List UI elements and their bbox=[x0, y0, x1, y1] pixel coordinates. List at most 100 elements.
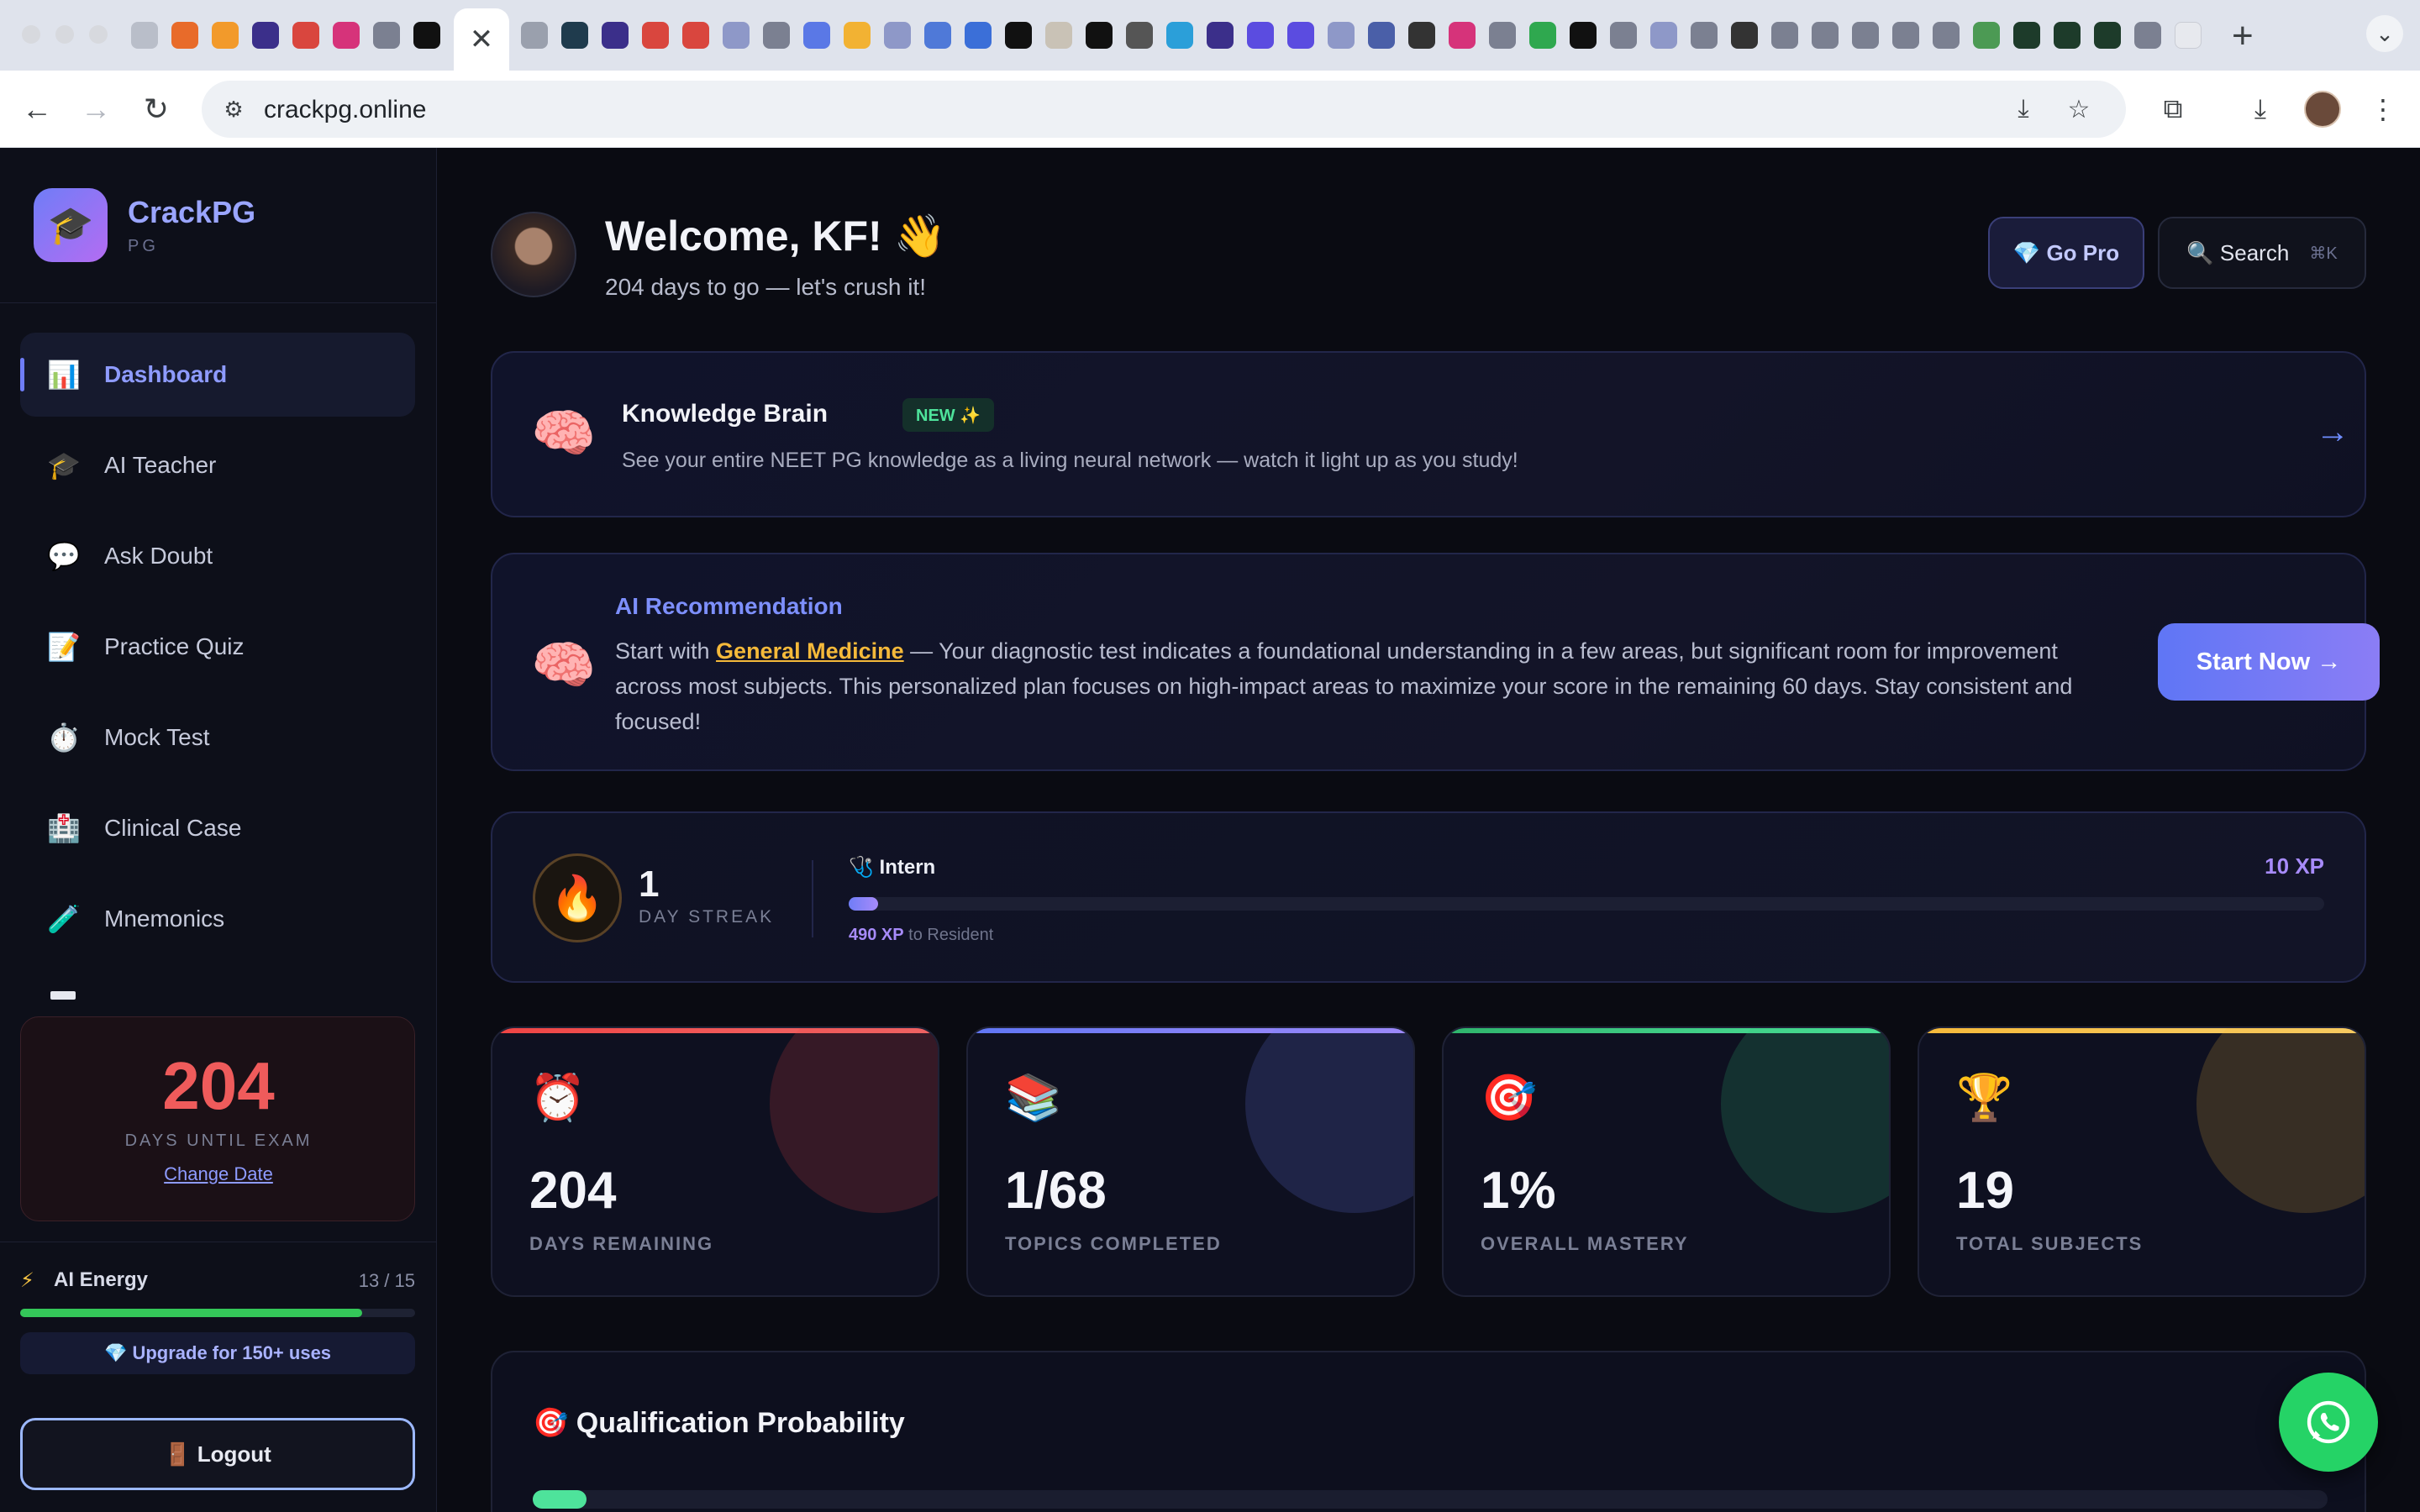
site-info-icon[interactable]: ⚙ bbox=[217, 92, 250, 126]
user-avatar[interactable] bbox=[491, 212, 576, 297]
active-tab[interactable]: ✕ bbox=[454, 8, 509, 71]
tab-favicon[interactable] bbox=[1207, 22, 1234, 49]
tab-favicon[interactable] bbox=[965, 22, 992, 49]
sidebar-item-label: AI Teacher bbox=[104, 452, 217, 478]
address-url[interactable]: crackpg.online bbox=[264, 96, 426, 124]
tab-favicon[interactable] bbox=[1570, 22, 1597, 49]
alarm-clock-icon: ⏰ bbox=[529, 1073, 587, 1123]
tab-favicon[interactable] bbox=[682, 22, 709, 49]
tab-favicon[interactable] bbox=[2175, 22, 2202, 49]
tab-favicon[interactable] bbox=[292, 22, 319, 49]
tab-search-icon[interactable]: ⌄ bbox=[2366, 15, 2403, 52]
tab-favicon[interactable] bbox=[1973, 22, 2000, 49]
change-date-link[interactable]: Change Date bbox=[21, 1163, 416, 1185]
tab-favicon[interactable] bbox=[1328, 22, 1355, 49]
tab-favicon[interactable] bbox=[1529, 22, 1556, 49]
whatsapp-chat-button[interactable] bbox=[2279, 1373, 2378, 1472]
tab-favicon[interactable] bbox=[2094, 22, 2121, 49]
tab-favicon[interactable] bbox=[1086, 22, 1113, 49]
tab-favicon[interactable] bbox=[723, 22, 750, 49]
go-pro-button[interactable]: 💎 Go Pro bbox=[1988, 217, 2144, 289]
logout-button[interactable]: 🚪 Logout bbox=[20, 1418, 415, 1490]
tab-favicon[interactable] bbox=[803, 22, 830, 49]
browser-tabstrip: ✕ + ⌄ bbox=[0, 0, 2420, 71]
tab-favicon[interactable] bbox=[333, 22, 360, 49]
tab-favicon[interactable] bbox=[602, 22, 629, 49]
tab-favicon[interactable] bbox=[642, 22, 669, 49]
tab-favicon[interactable] bbox=[1812, 22, 1839, 49]
tab-favicon[interactable] bbox=[1166, 22, 1193, 49]
tab-favicon[interactable] bbox=[2054, 22, 2081, 49]
bookmark-star-icon[interactable]: ☆ bbox=[2062, 92, 2096, 126]
books-icon: 📚 bbox=[1005, 1073, 1062, 1123]
knowledge-brain-card[interactable]: 🧠 Knowledge Brain NEW ✨ See your entire … bbox=[491, 351, 2366, 517]
tab-favicon[interactable] bbox=[1650, 22, 1677, 49]
tab-favicon[interactable] bbox=[1449, 22, 1476, 49]
energy-progress-track bbox=[20, 1309, 415, 1317]
sidebar-item-mock-test[interactable]: ⏱️ Mock Test bbox=[20, 696, 415, 780]
tab-favicon[interactable] bbox=[844, 22, 871, 49]
sidebar-nav: 📊 Dashboard 🎓 AI Teacher 💬 Ask Doubt 📝 P… bbox=[20, 333, 415, 968]
tab-favicon[interactable] bbox=[373, 22, 400, 49]
tab-favicon[interactable] bbox=[131, 22, 158, 49]
tab-favicon[interactable] bbox=[1610, 22, 1637, 49]
tab-favicon[interactable] bbox=[1771, 22, 1798, 49]
install-app-icon[interactable]: ⤓ bbox=[2007, 92, 2040, 126]
window-close-button[interactable] bbox=[22, 25, 40, 44]
tab-favicon[interactable] bbox=[1892, 22, 1919, 49]
exam-countdown-card: 204 DAYS UNTIL EXAM Change Date bbox=[20, 1016, 415, 1221]
tab-favicon[interactable] bbox=[884, 22, 911, 49]
tab-favicon[interactable] bbox=[1691, 22, 1718, 49]
sidebar-item-partial-icon[interactable] bbox=[50, 991, 76, 1000]
stat-card-topics-completed: 📚 1/68 TOPICS COMPLETED bbox=[966, 1026, 1415, 1297]
search-button[interactable]: 🔍 Search ⌘K bbox=[2158, 217, 2366, 289]
tab-favicon[interactable] bbox=[252, 22, 279, 49]
tab-favicon[interactable] bbox=[1045, 22, 1072, 49]
sidebar-item-clinical-case[interactable]: 🏥 Clinical Case bbox=[20, 786, 415, 870]
sidebar-item-ai-teacher[interactable]: 🎓 AI Teacher bbox=[20, 423, 415, 507]
tab-favicon[interactable] bbox=[1005, 22, 1032, 49]
tab-favicon[interactable] bbox=[1126, 22, 1153, 49]
tab-favicon[interactable] bbox=[413, 22, 440, 49]
arrow-right-icon[interactable]: → bbox=[2316, 413, 2349, 451]
tab-close-icon[interactable]: ✕ bbox=[470, 23, 494, 56]
reload-icon[interactable]: ↻ bbox=[134, 87, 178, 131]
address-bar[interactable]: ⚙ crackpg.online ⤓ ☆ bbox=[202, 81, 2126, 138]
tab-favicon[interactable] bbox=[763, 22, 790, 49]
window-zoom-button[interactable] bbox=[89, 25, 108, 44]
new-tab-icon[interactable]: + bbox=[2232, 15, 2254, 57]
tab-favicon[interactable] bbox=[2134, 22, 2161, 49]
tab-favicon[interactable] bbox=[561, 22, 588, 49]
stat-value: 1% bbox=[1481, 1162, 1556, 1220]
tab-favicon[interactable] bbox=[1731, 22, 1758, 49]
back-icon[interactable]: ← bbox=[15, 87, 59, 131]
tab-favicon[interactable] bbox=[521, 22, 548, 49]
tab-favicon[interactable] bbox=[1368, 22, 1395, 49]
tab-favicon[interactable] bbox=[2013, 22, 2040, 49]
sidebar-item-mnemonics[interactable]: 🧪 Mnemonics bbox=[20, 877, 415, 961]
window-minimize-button[interactable] bbox=[55, 25, 74, 44]
forward-icon[interactable]: → bbox=[74, 87, 118, 131]
upgrade-button[interactable]: 💎 Upgrade for 150+ uses bbox=[20, 1332, 415, 1374]
search-shortcut: ⌘K bbox=[2309, 244, 2338, 263]
sidebar-item-practice-quiz[interactable]: 📝 Practice Quiz bbox=[20, 605, 415, 689]
sidebar-item-ask-doubt[interactable]: 💬 Ask Doubt bbox=[20, 514, 415, 598]
tab-favicon[interactable] bbox=[1933, 22, 1960, 49]
tab-favicon[interactable] bbox=[1489, 22, 1516, 49]
tab-favicon[interactable] bbox=[1408, 22, 1435, 49]
recommended-subject-link[interactable]: General Medicine bbox=[716, 638, 904, 664]
xp-progress-fill bbox=[849, 897, 879, 911]
sidebar-item-dashboard[interactable]: 📊 Dashboard bbox=[20, 333, 415, 417]
start-now-button[interactable]: Start Now → bbox=[2158, 623, 2380, 701]
menu-kebab-icon[interactable]: ⋮ bbox=[2363, 89, 2403, 129]
tab-favicon[interactable] bbox=[1247, 22, 1274, 49]
tab-favicon[interactable] bbox=[212, 22, 239, 49]
downloads-icon[interactable]: ⤓ bbox=[2240, 89, 2281, 129]
tab-favicon[interactable] bbox=[924, 22, 951, 49]
tab-favicon[interactable] bbox=[1287, 22, 1314, 49]
tab-favicon[interactable] bbox=[171, 22, 198, 49]
profile-avatar[interactable] bbox=[2304, 91, 2341, 128]
tab-favicon[interactable] bbox=[1852, 22, 1879, 49]
extensions-icon[interactable]: ⧉ bbox=[2153, 89, 2193, 129]
stat-glow bbox=[1245, 1028, 1413, 1213]
